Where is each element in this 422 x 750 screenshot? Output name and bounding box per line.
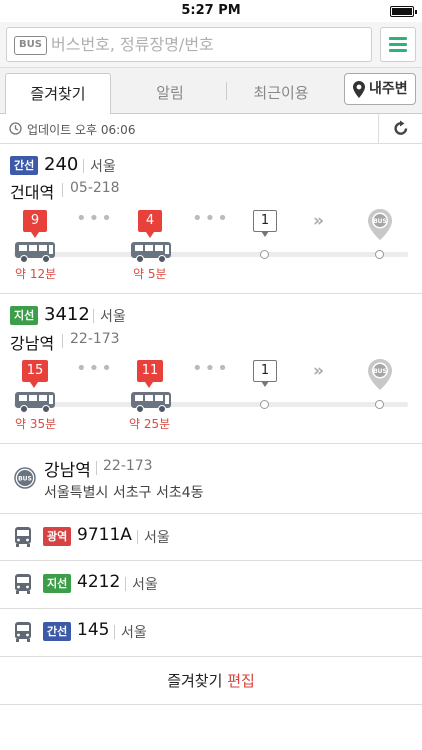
- bus-icon: [131, 392, 171, 413]
- stops-away-marker: 15: [22, 360, 48, 388]
- stop-name: 강남역: [10, 334, 55, 353]
- eta-label: 약 25분: [129, 417, 171, 431]
- route-type-badge: 지선: [10, 306, 39, 325]
- status-bar: 5:27 PM: [0, 0, 422, 22]
- bus-arrival-card[interactable]: 간선 240 서울 건대역 05-218 9 ••• 4 ••• 1 » BUS…: [0, 144, 422, 294]
- route-type-badge: 지선: [43, 574, 72, 593]
- double-chevron-icon: »: [313, 211, 324, 231]
- tab-alarm[interactable]: 알림: [118, 73, 222, 114]
- route-number: 9711A: [77, 525, 132, 545]
- bus-pin-label: BUS: [373, 368, 387, 375]
- route-region: 서울: [121, 625, 147, 641]
- tab-recent[interactable]: 최근이용: [228, 73, 334, 114]
- destination-bus-pin-icon: BUS: [368, 359, 392, 390]
- nearby-button[interactable]: 내주변: [344, 73, 416, 105]
- route-type-badge: 간선: [10, 156, 39, 175]
- stop-code: 22-173: [103, 458, 153, 474]
- status-time: 5:27 PM: [181, 3, 241, 18]
- tab-divider: [226, 82, 227, 100]
- route-number: 145: [77, 620, 110, 640]
- bus-front-icon: [15, 527, 31, 547]
- bus-pin-label: BUS: [373, 218, 387, 225]
- route-region: 서울: [144, 530, 170, 546]
- route-type-badge: 광역: [43, 527, 72, 546]
- route-region: 서울: [90, 159, 116, 175]
- bus-stop-icon: BUS: [14, 467, 36, 489]
- more-stops-dots: •••: [76, 358, 114, 379]
- clock-icon: [9, 122, 22, 135]
- stop-code: 22-173: [70, 331, 120, 347]
- update-row: 업데이트 오후 06:06: [0, 114, 422, 144]
- route-number: 240: [44, 154, 79, 175]
- stop-dot: [375, 400, 384, 409]
- edit-label: 편집: [227, 672, 255, 690]
- eta-label: 약 35분: [15, 417, 57, 431]
- stop-name: 건대역: [10, 183, 55, 202]
- favorite-route-row[interactable]: 지선 4212 서울: [0, 561, 422, 609]
- edit-favorites-button[interactable]: 즐겨찾기 편집: [0, 657, 422, 705]
- search-bar: BUS: [0, 22, 422, 68]
- stops-away-marker: 1: [253, 210, 277, 237]
- eta-label: 약 12분: [15, 267, 57, 281]
- stop-address: 서울특별시 서초구 서초4동: [44, 485, 204, 501]
- destination-bus-pin-icon: BUS: [368, 209, 392, 240]
- favorite-route-row[interactable]: 간선 145 서울: [0, 609, 422, 657]
- route-track: [14, 252, 408, 257]
- more-stops-dots: •••: [192, 208, 230, 229]
- route-region: 서울: [100, 309, 126, 325]
- more-stops-dots: •••: [76, 208, 114, 229]
- favorite-route-row[interactable]: 광역 9711A 서울: [0, 514, 422, 561]
- route-type-badge: 간선: [43, 622, 72, 641]
- nearby-label: 내주변: [369, 81, 408, 97]
- refresh-button[interactable]: [378, 114, 422, 144]
- refresh-icon: [394, 120, 408, 135]
- more-stops-dots: •••: [192, 358, 230, 379]
- bus-front-icon: [15, 574, 31, 594]
- route-track: [14, 402, 408, 407]
- stops-away-marker: 4: [138, 210, 162, 238]
- route-number: 4212: [77, 572, 121, 592]
- bus-front-icon: [15, 622, 31, 642]
- route-number: 3412: [44, 304, 90, 325]
- stop-dot: [260, 400, 269, 409]
- tab-favorites[interactable]: 즐겨찾기: [5, 73, 111, 115]
- update-time: 업데이트 오후 06:06: [27, 123, 136, 137]
- favorite-stop-row[interactable]: BUS 강남역 22-173 서울특별시 서초구 서초4동: [0, 444, 422, 514]
- search-box[interactable]: BUS: [6, 27, 372, 62]
- bus-icon: [15, 392, 55, 413]
- location-pin-icon: [353, 81, 365, 98]
- stop-dot: [375, 250, 384, 259]
- stops-away-marker: 11: [137, 360, 163, 388]
- stops-away-marker: 9: [23, 210, 47, 238]
- search-input[interactable]: [51, 31, 361, 58]
- bus-tag-icon: BUS: [14, 36, 47, 55]
- stop-code: 05-218: [70, 180, 120, 196]
- bus-arrival-card[interactable]: 지선 3412 서울 강남역 22-173 15 ••• 11 ••• 1 » …: [0, 294, 422, 444]
- menu-button[interactable]: [380, 27, 416, 62]
- bus-icon: [131, 242, 171, 263]
- stop-dot: [260, 250, 269, 259]
- favorites-label: 즐겨찾기: [167, 672, 223, 690]
- route-region: 서울: [132, 577, 158, 593]
- stop-name: 강남역: [44, 461, 91, 481]
- bus-stop-icon-label: BUS: [18, 476, 32, 483]
- stops-away-marker: 1: [253, 360, 277, 387]
- battery-icon: [390, 6, 417, 17]
- eta-label: 약 5분: [133, 267, 167, 281]
- bus-icon: [15, 242, 55, 263]
- tab-bar: 즐겨찾기 알림 최근이용 내주변: [0, 68, 422, 115]
- double-chevron-icon: »: [313, 361, 324, 381]
